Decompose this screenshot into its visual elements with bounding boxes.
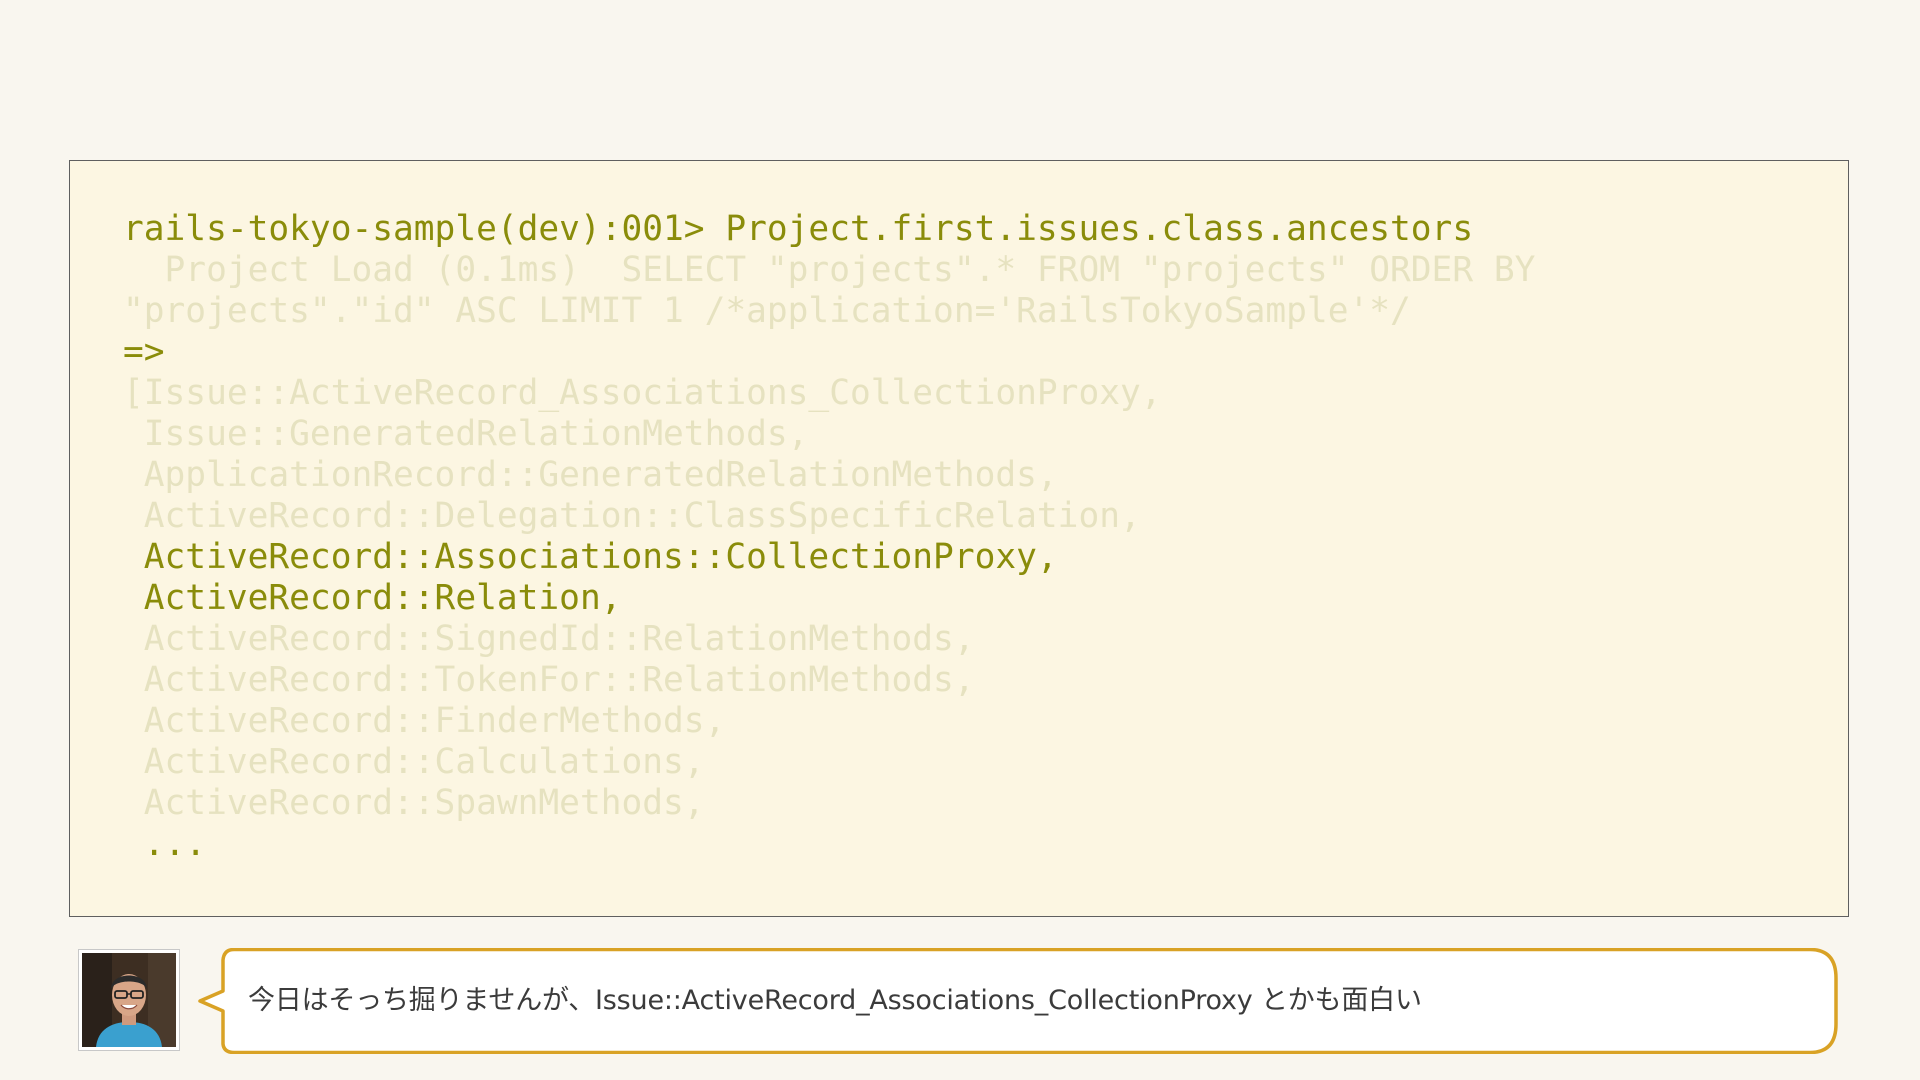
code-line: ...: [123, 824, 207, 864]
code-line: "projects"."id" ASC LIMIT 1 /*applicatio…: [123, 291, 1411, 331]
code-line: ActiveRecord::SpawnMethods,: [123, 783, 705, 823]
code-block: rails-tokyo-sample(dev):001> Project.fir…: [69, 160, 1849, 917]
code-line: Issue::GeneratedRelationMethods,: [123, 414, 809, 454]
code-line: ActiveRecord::Calculations,: [123, 742, 705, 782]
speaker-avatar: [78, 949, 180, 1051]
code-line: [Issue::ActiveRecord_Associations_Collec…: [123, 373, 1162, 413]
speaker-comment: 今日はそっち掘りませんが、Issue::ActiveRecord_Associa…: [248, 985, 1422, 1016]
code-line: ApplicationRecord::GeneratedRelationMeth…: [123, 455, 1058, 495]
speech-bubble: 今日はそっち掘りませんが、Issue::ActiveRecord_Associa…: [198, 948, 1838, 1054]
speaker-photo-icon: [82, 953, 176, 1047]
code-line: ActiveRecord::Associations::CollectionPr…: [123, 537, 1058, 577]
code-line: =>: [123, 332, 165, 372]
code-line: ActiveRecord::Relation,: [123, 578, 622, 618]
code-line: rails-tokyo-sample(dev):001> Project.fir…: [123, 209, 1474, 249]
code-line: ActiveRecord::SignedId::RelationMethods,: [123, 619, 975, 659]
code-line: ActiveRecord::TokenFor::RelationMethods,: [123, 660, 975, 700]
code-lines: rails-tokyo-sample(dev):001> Project.fir…: [123, 209, 1535, 865]
code-line: Project Load (0.1ms) SELECT "projects".*…: [123, 250, 1536, 290]
code-line: ActiveRecord::Delegation::ClassSpecificR…: [123, 496, 1141, 536]
code-line: ActiveRecord::FinderMethods,: [123, 701, 726, 741]
